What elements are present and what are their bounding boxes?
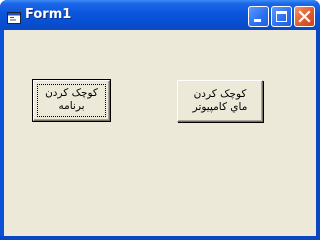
- maximize-icon: [276, 11, 287, 22]
- close-icon: [298, 10, 311, 23]
- button-label-line-1: كوچک کردن: [45, 87, 98, 99]
- minimize-my-computer-button[interactable]: كوچک کردن ماي كامپيوتر: [177, 80, 263, 122]
- window-title: Form1: [25, 7, 72, 22]
- maximize-button[interactable]: [271, 6, 292, 27]
- minimize-button[interactable]: [248, 6, 269, 27]
- form-window-icon[interactable]: [7, 9, 21, 24]
- minimize-icon: [254, 19, 261, 22]
- button-label-line-2: ماي كامپيوتر: [192, 101, 248, 113]
- button-label-line-2: برنامه: [58, 100, 85, 112]
- window-frame-right: [316, 30, 320, 240]
- form-client-area: [4, 30, 316, 236]
- button-label-line-1: كوچک کردن: [193, 88, 247, 100]
- title-bar[interactable]: Form1: [0, 0, 320, 30]
- app-window: Form1 كوچک کردن برنامه كوچک کردن ماي كام…: [0, 0, 320, 240]
- minimize-program-button[interactable]: كوچک کردن برنامه: [32, 79, 111, 122]
- close-button[interactable]: [294, 6, 315, 27]
- window-frame-bottom: [0, 236, 320, 240]
